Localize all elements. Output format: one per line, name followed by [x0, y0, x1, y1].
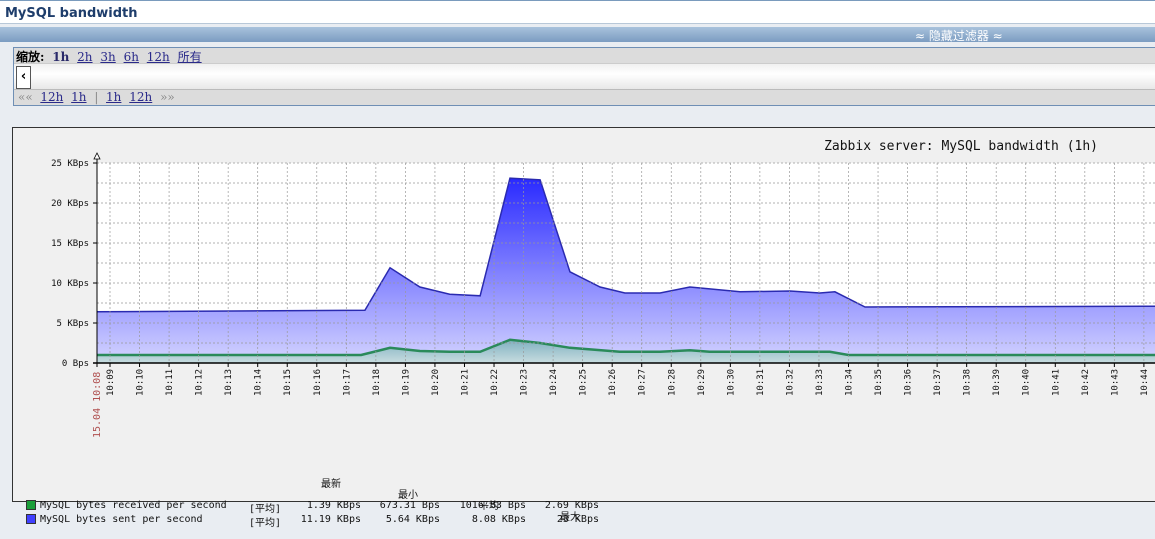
x-tick-label: 10:18 — [372, 369, 382, 396]
x-tick-label: 10:19 — [401, 369, 411, 396]
legend-header-min: 最小 — [398, 490, 418, 501]
legend-series-name: MySQL bytes sent per second — [40, 514, 203, 525]
y-tick-label: 15 KBps — [51, 239, 89, 249]
y-tick-label: 5 KBps — [56, 319, 89, 329]
x-tick-label: 10:11 — [165, 369, 175, 396]
x-tick-label: 10:29 — [697, 369, 707, 396]
x-tick-label: 10:17 — [342, 369, 352, 396]
x-tick-label: 10:26 — [608, 369, 618, 396]
x-tick-label: 10:43 — [1110, 369, 1120, 396]
legend-last: 1.39 KBps — [306, 500, 361, 511]
legend-swatch — [26, 514, 36, 524]
x-tick-label: 10:42 — [1081, 369, 1091, 396]
x-tick-label: 10:21 — [460, 369, 470, 396]
x-tick-label: 10:41 — [1051, 369, 1061, 396]
x-tick-label: 10:12 — [195, 369, 205, 396]
chart-title: Zabbix server: MySQL bandwidth (1h) — [824, 139, 1098, 154]
x-tick-label: 10:22 — [490, 369, 500, 396]
legend-avg: 8.08 KBps — [471, 514, 526, 525]
legend: 最新 最小 平均 最大 MySQL bytes received per sec… — [26, 442, 646, 539]
legend-avg: 1016.83 Bps — [459, 500, 526, 511]
x-tick-label: 10:20 — [431, 369, 441, 396]
x-tick-label: 10:14 — [254, 369, 264, 396]
x-tick-label: 10:44 — [1140, 369, 1150, 396]
legend-func: [平均] — [249, 518, 282, 529]
y-tick-label: 25 KBps — [51, 159, 89, 169]
start-date-label: 15.04 10:08 — [92, 372, 103, 438]
x-tick-label: 10:34 — [845, 369, 855, 396]
x-tick-label: 10:40 — [1022, 369, 1032, 396]
legend-max: 2.69 KBps — [544, 500, 599, 511]
x-tick-label: 10:10 — [136, 369, 146, 396]
x-tick-label: 10:13 — [224, 369, 234, 396]
legend-func: [平均] — [249, 504, 282, 515]
legend-series-name: MySQL bytes received per second — [40, 500, 227, 511]
x-tick-label: 10:31 — [756, 369, 766, 396]
x-tick-label: 10:27 — [638, 369, 648, 396]
x-tick-label: 10:25 — [579, 369, 589, 396]
legend-min: 673.31 Bps — [379, 500, 440, 511]
legend-header: 最新 最小 平均 最大 — [26, 464, 646, 523]
legend-swatch — [26, 500, 36, 510]
legend-row: MySQL bytes received per second [平均] 1.39 … — [26, 500, 646, 515]
y-axis-arrow-icon — [93, 152, 101, 160]
x-tick-label: 10:15 — [283, 369, 293, 396]
x-tick-label: 10:28 — [667, 369, 677, 396]
legend-max: 23 KBps — [556, 514, 599, 525]
x-tick-label: 10:37 — [933, 369, 943, 396]
x-tick-label: 10:30 — [726, 369, 736, 396]
x-tick-label: 10:09 — [106, 369, 116, 396]
y-tick-label: 0 Bps — [62, 359, 89, 369]
x-tick-label: 10:39 — [992, 369, 1002, 396]
x-tick-label: 10:38 — [963, 369, 973, 396]
legend-last: 11.19 KBps — [300, 514, 361, 525]
legend-header-last: 最新 — [321, 479, 341, 490]
x-tick-label: 10:32 — [785, 369, 795, 396]
legend-row: MySQL bytes sent per second [平均] 11.19 KBp… — [26, 514, 646, 529]
x-tick-label: 10:23 — [520, 369, 530, 396]
x-tick-label: 10:16 — [313, 369, 323, 396]
y-tick-label: 10 KBps — [51, 279, 89, 289]
legend-min: 5.64 KBps — [385, 514, 440, 525]
x-tick-label: 10:35 — [874, 369, 884, 396]
y-tick-label: 20 KBps — [51, 199, 89, 209]
x-tick-label: 10:24 — [549, 369, 559, 396]
bandwidth-chart: 10:09 10:10 10:11 10:12 10:13 10:14 10:15 10:16… — [51, 139, 1155, 438]
x-tick-label: 10:33 — [815, 369, 825, 396]
x-tick-label: 10:36 — [904, 369, 914, 396]
